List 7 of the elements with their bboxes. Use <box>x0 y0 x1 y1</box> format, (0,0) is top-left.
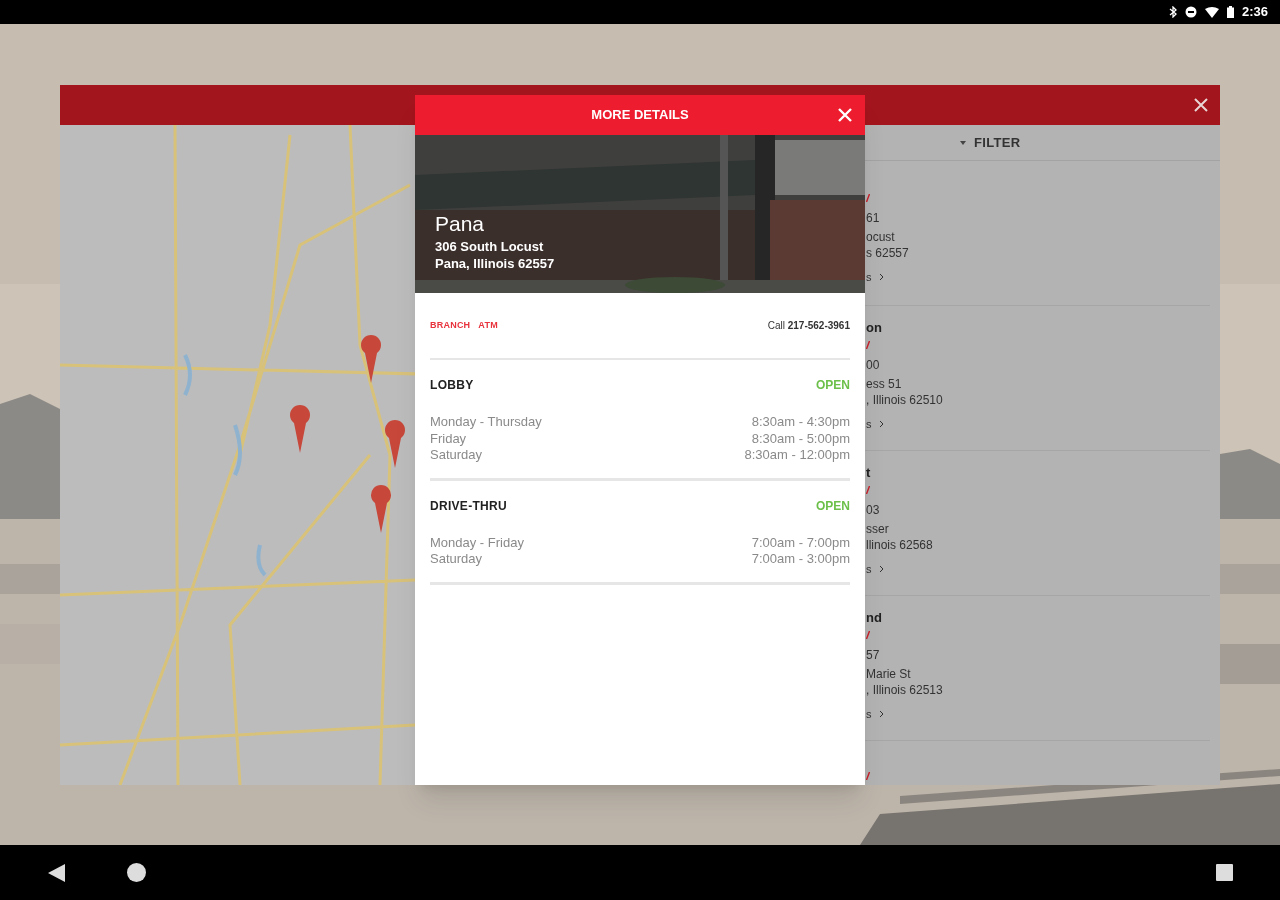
back-icon[interactable] <box>48 864 65 882</box>
do-not-disturb-icon <box>1184 6 1197 18</box>
clock-time: 2:36 <box>1241 3 1268 22</box>
battery-icon <box>1226 6 1234 18</box>
wifi-icon <box>1204 6 1219 18</box>
home-icon[interactable] <box>127 863 146 882</box>
bluetooth-icon <box>1168 6 1177 18</box>
